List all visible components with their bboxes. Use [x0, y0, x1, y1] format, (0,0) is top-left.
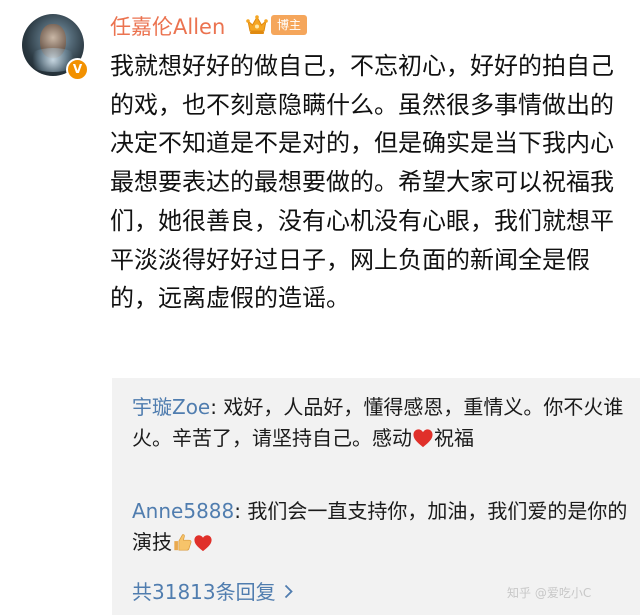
thumbs-up-icon — [174, 534, 192, 551]
heart-icon — [413, 429, 433, 448]
chevron-right-icon — [284, 584, 293, 599]
level-tag: 博主 — [271, 15, 308, 35]
view-all-replies-link[interactable]: 共31813条回复 — [132, 576, 293, 605]
verified-badge-icon: V — [66, 58, 89, 81]
reply-item: Anne5888: 我们会一直支持你，加油，我们爱的是你的演技 — [132, 496, 632, 558]
reply-separator: : — [210, 395, 224, 419]
reply-item: 宇璇Zoe: 戏好，人品好，懂得感恩，重情义。你不火谁火。辛苦了，请坚持自己。感… — [132, 392, 632, 454]
post-text: 我就想好好的做自己，不忘初心，好好的拍自己的戏，也不刻意隐瞒什么。虽然很多事情做… — [110, 52, 614, 313]
reply-author[interactable]: 宇璇Zoe — [132, 395, 210, 419]
heart-icon — [194, 535, 212, 552]
comments-box: 宇璇Zoe: 戏好，人品好，懂得感恩，重情义。你不火谁火。辛苦了，请坚持自己。感… — [112, 378, 640, 615]
username[interactable]: 任嘉伦Allen — [110, 11, 225, 41]
reply-author[interactable]: Anne5888 — [132, 499, 234, 523]
watermark: 知乎 @爱吃小C — [507, 586, 592, 600]
reply-text-after: 祝福 — [434, 426, 474, 450]
crown-icon[interactable] — [245, 13, 269, 35]
total-replies-label: 共31813条回复 — [132, 580, 276, 604]
reply-separator: : — [234, 499, 248, 523]
